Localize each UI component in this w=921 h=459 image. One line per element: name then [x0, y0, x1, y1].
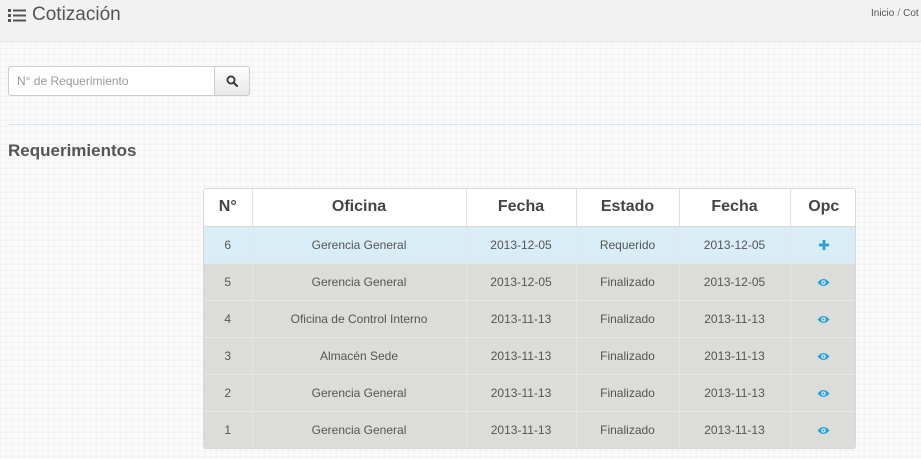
search-button[interactable]	[214, 66, 250, 96]
cell-estado: Finalizado	[576, 411, 680, 448]
cell-opc	[790, 300, 855, 338]
eye-icon[interactable]	[817, 426, 830, 435]
section-divider	[8, 124, 921, 125]
cell-estado: Requerido	[576, 226, 680, 264]
page-title-text: Cotización	[32, 4, 121, 25]
cell-fecha-2: 2013-11-13	[679, 411, 791, 448]
table-header-row: N° Oficina Fecha Estado Fecha Opc	[204, 189, 855, 227]
cell-opc	[790, 374, 855, 412]
cell-oficina: Gerencia General	[252, 411, 467, 448]
list-icon	[8, 8, 26, 22]
cell-fecha-2: 2013-11-13	[679, 337, 791, 375]
cell-fecha-2: 2013-12-05	[679, 226, 791, 264]
requirements-table: N° Oficina Fecha Estado Fecha Opc 6 Gere…	[203, 188, 856, 449]
cell-estado: Finalizado	[576, 300, 680, 338]
cell-fecha: 2013-11-13	[466, 411, 577, 448]
table-row[interactable]: 4 Oficina de Control Interno 2013-11-13 …	[204, 300, 855, 338]
column-header-fecha: Fecha	[466, 189, 577, 227]
table-row[interactable]: 2 Gerencia General 2013-11-13 Finalizado…	[204, 374, 855, 412]
cell-oficina: Almacén Sede	[252, 337, 467, 375]
page-header: Cotización Inicio / Cot	[0, 0, 921, 42]
cell-num: 4	[204, 300, 253, 338]
cell-num: 3	[204, 337, 253, 375]
table-row[interactable]: 5 Gerencia General 2013-12-05 Finalizado…	[204, 263, 855, 301]
eye-icon[interactable]	[817, 352, 830, 361]
column-header-opc: Opc	[790, 189, 855, 227]
cell-num: 2	[204, 374, 253, 412]
eye-icon[interactable]	[817, 389, 830, 398]
cell-opc	[790, 263, 855, 301]
breadcrumb-item-current: Cot	[903, 8, 919, 19]
cell-num: 1	[204, 411, 253, 448]
eye-icon[interactable]	[817, 315, 830, 324]
cell-fecha: 2013-11-13	[466, 337, 577, 375]
table-row[interactable]: 3 Almacén Sede 2013-11-13 Finalizado 201…	[204, 337, 855, 375]
cell-fecha: 2013-11-13	[466, 374, 577, 412]
cell-oficina: Gerencia General	[252, 263, 467, 301]
eye-icon[interactable]	[817, 278, 830, 287]
column-header-num: N°	[204, 189, 253, 227]
cell-fecha-2: 2013-12-05	[679, 263, 791, 301]
cell-oficina: Gerencia General	[252, 226, 467, 264]
cell-oficina: Gerencia General	[252, 374, 467, 412]
search-input[interactable]	[8, 66, 214, 96]
cell-estado: Finalizado	[576, 263, 680, 301]
search-group	[8, 66, 250, 96]
section-title: Requerimientos	[8, 141, 137, 160]
table-row[interactable]: 1 Gerencia General 2013-11-13 Finalizado…	[204, 411, 855, 448]
plus-icon[interactable]	[818, 240, 829, 251]
cell-oficina: Oficina de Control Interno	[252, 300, 467, 338]
cell-opc	[790, 411, 855, 448]
cell-estado: Finalizado	[576, 374, 680, 412]
cell-fecha-2: 2013-11-13	[679, 300, 791, 338]
column-header-estado: Estado	[576, 189, 680, 227]
breadcrumb: Inicio / Cot	[871, 8, 921, 19]
search-icon	[226, 75, 238, 87]
cell-fecha: 2013-12-05	[466, 226, 577, 264]
cell-opc	[790, 337, 855, 375]
cell-opc	[790, 226, 855, 264]
breadcrumb-separator: /	[897, 8, 901, 19]
cell-fecha: 2013-11-13	[466, 300, 577, 338]
cell-fecha-2: 2013-11-13	[679, 374, 791, 412]
cell-fecha: 2013-12-05	[466, 263, 577, 301]
table-row[interactable]: 6 Gerencia General 2013-12-05 Requerido …	[204, 226, 855, 264]
cell-num: 5	[204, 263, 253, 301]
cell-num: 6	[204, 226, 253, 264]
cell-estado: Finalizado	[576, 337, 680, 375]
page-title: Cotización	[8, 3, 121, 27]
column-header-fecha-2: Fecha	[679, 189, 791, 227]
breadcrumb-item-inicio[interactable]: Inicio	[871, 8, 894, 19]
column-header-oficina: Oficina	[252, 189, 467, 227]
